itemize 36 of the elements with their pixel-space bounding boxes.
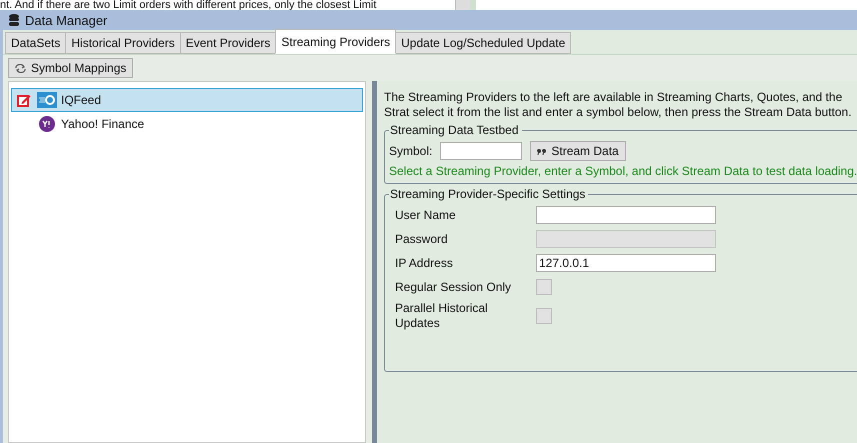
- field-label: Parallel Historical Updates: [395, 301, 489, 331]
- edit-icon: [17, 93, 31, 107]
- provider-name: IQFeed: [61, 93, 102, 107]
- checkbox[interactable]: [536, 308, 552, 324]
- refresh-icon: [15, 64, 26, 72]
- feed-logo-icon: [37, 92, 57, 108]
- tab[interactable]: DataSets: [5, 32, 66, 54]
- tab[interactable]: Streaming Providers: [275, 29, 396, 54]
- window-title: Data Manager: [25, 12, 108, 28]
- description-text: The Streaming Providers to the left are available in Streaming Charts, Quotes, and the Strat select it from the list and enter a symbol below, then press the Stream Data button.: [384, 90, 853, 120]
- symbol-label: Symbol:: [389, 144, 432, 158]
- provider-item[interactable]: IQFeed: [11, 88, 363, 112]
- text-field[interactable]: [536, 206, 716, 224]
- provider-item[interactable]: Yahoo! Finance: [11, 112, 363, 136]
- tab[interactable]: Historical Providers: [65, 32, 181, 54]
- symbol-field[interactable]: [440, 142, 522, 160]
- group-title: Streaming Data Testbed: [389, 123, 522, 137]
- splitter[interactable]: [372, 81, 377, 443]
- quote-icon: [537, 148, 546, 154]
- field-label: Password: [395, 232, 449, 246]
- yahoo-logo-icon: [37, 116, 57, 132]
- group-title: Streaming Provider-Specific Settings: [389, 187, 588, 201]
- checkbox[interactable]: [536, 279, 552, 295]
- provider-name: Yahoo! Finance: [61, 117, 144, 131]
- hint-text: Select a Streaming Provider, enter a Symbol, and click Stream Data to test data loading.: [389, 164, 857, 178]
- background-document-text: nt. And if there are two Limit orders with different prices, only the closest Limit: [0, 0, 378, 10]
- tab[interactable]: Update Log/Scheduled Update: [395, 32, 572, 54]
- field-label: User Name: [395, 208, 457, 222]
- text-field[interactable]: 127.0.0.1: [536, 254, 716, 272]
- stream-data-button[interactable]: Stream Data: [530, 141, 626, 161]
- database-icon: [9, 14, 19, 26]
- field-label: IP Address: [395, 256, 454, 270]
- scrollbar: [455, 0, 476, 10]
- tab[interactable]: Event Providers: [180, 32, 276, 54]
- symbol-mappings-button[interactable]: Symbol Mappings: [8, 58, 134, 78]
- field-label: Regular Session Only: [395, 280, 512, 294]
